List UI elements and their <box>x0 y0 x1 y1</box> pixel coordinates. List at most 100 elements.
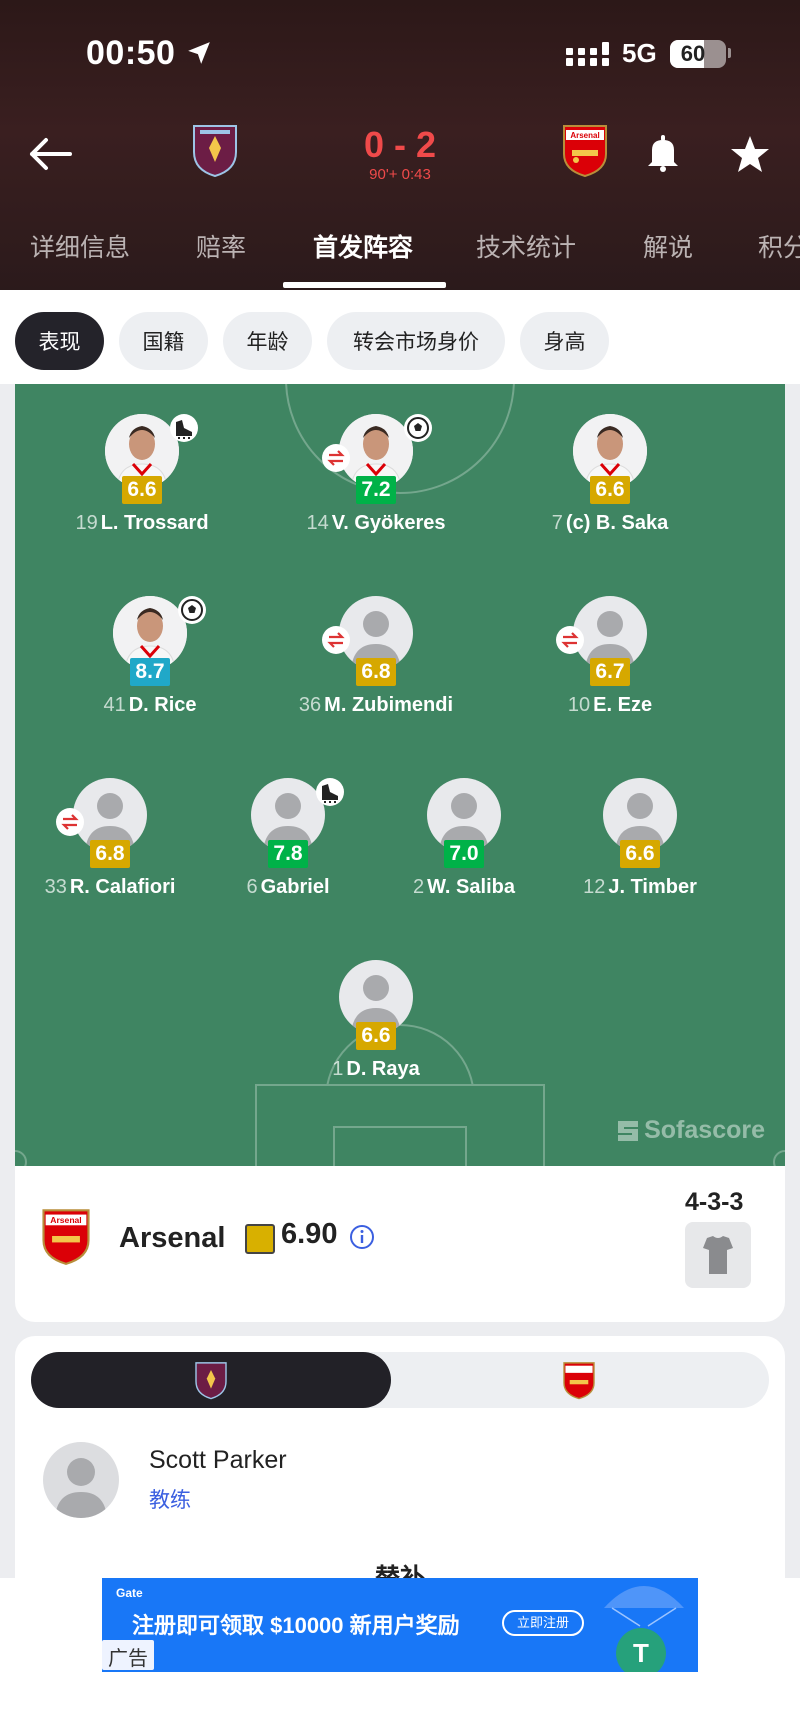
player-number: 14 <box>306 512 329 534</box>
coach-avatar[interactable] <box>43 1442 119 1518</box>
arsenal-crest-icon: Arsenal <box>42 1209 90 1265</box>
arsenal-crest-icon <box>563 1362 595 1400</box>
ball-icon <box>178 596 206 624</box>
signal-icon <box>566 42 609 66</box>
svg-text:Arsenal: Arsenal <box>570 131 599 140</box>
substitution-icon <box>322 444 350 472</box>
player-name: 12 J. Timber <box>520 876 760 899</box>
player-name: 10 E. Eze <box>490 694 730 717</box>
burnley-crest-icon <box>195 1362 227 1400</box>
player-name-text: (c) B. Saka <box>565 512 669 534</box>
team-toggle <box>31 1352 769 1408</box>
player-rating: 6.6 <box>590 476 630 504</box>
status-time: 00:50 <box>86 34 176 72</box>
tab-lineups[interactable]: 首发阵容 <box>313 228 413 264</box>
toggle-away-team[interactable] <box>391 1352 769 1408</box>
player-number: 2 <box>413 876 425 898</box>
player-number: 12 <box>583 876 606 898</box>
corner-arc-right <box>773 1150 785 1166</box>
network-type: 5G <box>622 38 657 68</box>
sofascore-logo-icon <box>618 1120 639 1141</box>
team-summary-card: Arsenal Arsenal 6.90 4-3-3 <box>15 1166 785 1322</box>
player-token[interactable]: 6.6 19 L. Trossard <box>42 414 242 544</box>
tether-coin-icon: T <box>616 1628 666 1672</box>
boot-icon <box>170 414 198 442</box>
ball-icon <box>404 414 432 442</box>
burnley-crest-icon[interactable] <box>190 122 240 178</box>
player-name: 14 V. Gyökeres <box>256 512 496 535</box>
player-name: 1 D. Raya <box>256 1058 496 1081</box>
ad-register-button[interactable]: 立即注册 <box>502 1610 584 1636</box>
player-rating: 7.2 <box>356 476 396 504</box>
chip-performance[interactable]: 表现 <box>15 312 104 370</box>
lineup-pitch: Sofascore 6.6 19 L. Trossard 7.2 14 V. Gyöker… <box>15 384 785 1166</box>
substitution-icon <box>322 626 350 654</box>
player-number: 36 <box>298 694 322 716</box>
player-number: 7 <box>551 512 563 534</box>
kit-shirt-icon <box>703 1236 733 1274</box>
watermark-text: Sofascore <box>644 1116 765 1144</box>
lineup-pitch-container: Sofascore 6.6 19 L. Trossard 7.2 14 V. Gyöker… <box>15 384 785 1166</box>
chip-nationality[interactable]: 国籍 <box>119 312 208 370</box>
player-token[interactable]: 6.6 12 J. Timber <box>540 778 740 908</box>
player-token[interactable]: 8.7 41 D. Rice <box>50 596 250 726</box>
filter-chips: 表现 国籍 年龄 转会市场身价 身高 <box>0 290 800 384</box>
info-icon[interactable] <box>349 1224 375 1250</box>
player-token[interactable]: 6.7 10 E. Eze <box>510 596 710 726</box>
player-name-text: E. Eze <box>593 694 653 716</box>
svg-text:Arsenal: Arsenal <box>50 1215 81 1225</box>
player-name: 7 (c) B. Saka <box>490 512 730 535</box>
favorite-star-icon[interactable] <box>730 134 770 174</box>
tab-details[interactable]: 详细信息 <box>30 228 130 264</box>
tab-commentary[interactable]: 解说 <box>643 228 693 264</box>
player-token[interactable]: 6.6 7 (c) B. Saka <box>510 414 710 544</box>
battery-icon: 60 <box>670 40 726 68</box>
team-average-rating: 6.90 <box>281 1218 338 1250</box>
player-name-text: M. Zubimendi <box>324 694 454 716</box>
player-name-text: L. Trossard <box>100 512 209 534</box>
player-number: 10 <box>567 694 591 716</box>
player-number: 41 <box>103 694 126 716</box>
active-tab-indicator <box>283 282 446 288</box>
notification-bell-icon[interactable] <box>644 132 682 172</box>
player-rating: 6.8 <box>356 658 396 686</box>
parachute-icon <box>604 1586 684 1627</box>
ad-brand: Gate <box>116 1586 143 1600</box>
coach-name[interactable]: Scott Parker <box>149 1446 287 1475</box>
ad-banner[interactable]: Gate 注册即可领取 $10000 新用户奖励 立即注册 T 广告 <box>102 1578 698 1672</box>
match-tabs: 详细信息 赔率 首发阵容 技术统计 解说 积分 <box>0 222 800 290</box>
player-number: 33 <box>44 876 67 898</box>
toggle-home-team[interactable] <box>31 1352 391 1408</box>
match-score: 0 - 2 <box>363 124 437 165</box>
player-rating: 6.7 <box>590 658 630 686</box>
back-arrow-icon[interactable] <box>26 134 74 174</box>
player-rating: 6.6 <box>122 476 162 504</box>
player-rating: 6.8 <box>90 840 130 868</box>
sofascore-watermark: Sofascore <box>616 1116 765 1145</box>
chip-height[interactable]: 身高 <box>520 312 609 370</box>
player-rating: 6.6 <box>356 1022 396 1050</box>
player-rating: 7.0 <box>444 840 484 868</box>
battery-tip <box>728 48 731 58</box>
player-rating: 8.7 <box>130 658 170 686</box>
player-name-text: W. Saliba <box>427 876 515 898</box>
team-rating-badge <box>245 1224 275 1254</box>
team-name: Arsenal <box>119 1222 226 1254</box>
corner-arc-left <box>15 1150 27 1166</box>
player-token[interactable]: 7.2 14 V. Gyökeres <box>276 414 476 544</box>
tab-odds[interactable]: 赔率 <box>196 228 246 264</box>
player-name: 41 D. Rice <box>30 694 270 717</box>
coach-role: 教练 <box>149 1489 191 1512</box>
tab-statistics[interactable]: 技术统计 <box>476 228 576 264</box>
ad-text: 注册即可领取 $10000 新用户奖励 <box>132 1613 460 1638</box>
team-kit[interactable] <box>685 1222 751 1288</box>
player-name-text: V. Gyökeres <box>331 512 446 534</box>
tab-standings[interactable]: 积分 <box>758 228 800 264</box>
chip-age[interactable]: 年龄 <box>223 312 312 370</box>
substitution-icon <box>556 626 584 654</box>
player-number: 19 <box>75 512 98 534</box>
player-token[interactable]: 6.6 1 D. Raya <box>276 960 476 1090</box>
player-token[interactable]: 6.8 36 M. Zubimendi <box>276 596 476 726</box>
chip-market-value[interactable]: 转会市场身价 <box>327 312 505 370</box>
arsenal-crest-icon[interactable]: Arsenal <box>560 122 610 178</box>
